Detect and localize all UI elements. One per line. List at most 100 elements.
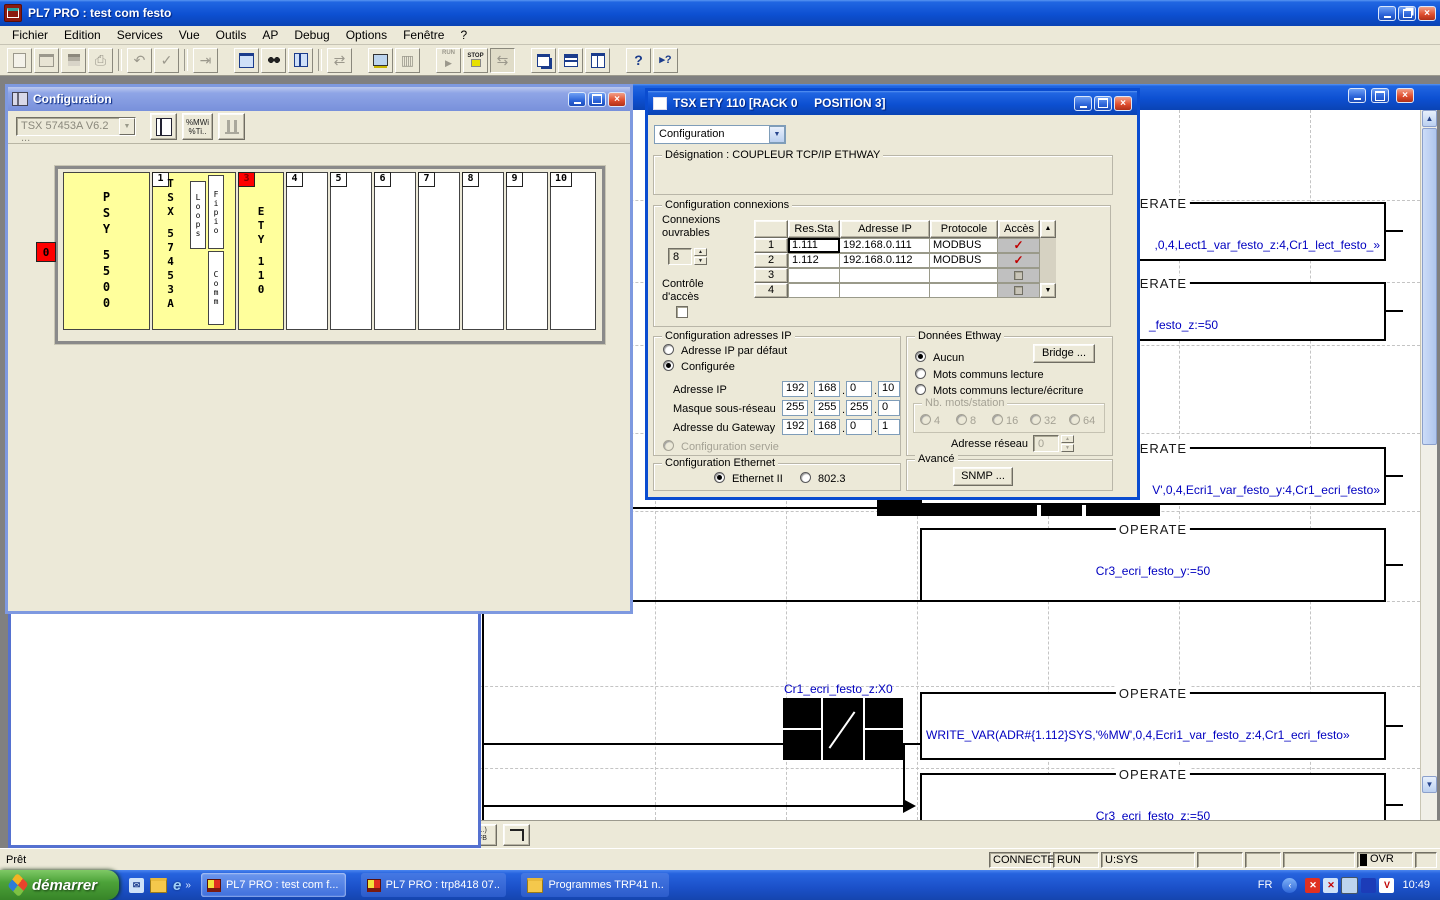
ip-octet-1[interactable]: 192 [782, 381, 808, 397]
confirm-button[interactable]: ✓ [154, 48, 179, 73]
configuration-close-button[interactable]: × [608, 92, 626, 107]
operate-block[interactable]: OPERATE Cr3_ecri_festo_y:=50 [920, 528, 1386, 602]
menu-item-vue[interactable]: Vue [171, 28, 208, 42]
cell-acces[interactable]: ✓ [998, 238, 1040, 253]
module-cpu[interactable]: 1 TSX 57453A Loops Fipio Comm [152, 172, 236, 330]
minimize-button[interactable] [1378, 6, 1396, 21]
cell-adresse-ip[interactable]: 192.168.0.112 [840, 253, 930, 268]
radio-aucun[interactable] [915, 351, 926, 362]
terminal-button[interactable] [368, 48, 393, 73]
gw-octet-3[interactable]: 0 [846, 419, 872, 435]
run-button[interactable]: RUN ▶ [436, 48, 461, 73]
help-button[interactable]: ? [626, 48, 651, 73]
search-button[interactable] [261, 48, 286, 73]
rack-view-button[interactable] [150, 113, 177, 140]
taskbar-item-active[interactable]: PL7 PRO : test com f... [201, 873, 346, 897]
gw-octet-2[interactable]: 168 [814, 419, 840, 435]
print-button[interactable]: ⎙ [88, 48, 113, 73]
table-row[interactable]: 3 [754, 268, 1056, 283]
tray-chevron-button[interactable]: ‹ [1282, 878, 1297, 893]
tray-clock[interactable]: 10:49 [1402, 879, 1430, 891]
configuration-minimize-button[interactable] [568, 92, 586, 107]
menu-item-aide[interactable]: ? [452, 28, 475, 42]
quicklaunch-overflow-chevron[interactable]: » [185, 880, 191, 891]
new-button[interactable] [7, 48, 32, 73]
tray-network-offline-icon[interactable]: ✕ [1323, 878, 1338, 893]
tray-antivirus-icon[interactable]: V [1379, 878, 1394, 893]
mask-octet-4[interactable]: 0 [878, 400, 900, 416]
selected-nc-contact[interactable] [783, 698, 903, 760]
step-link-button[interactable] [503, 824, 530, 846]
memory-words-button[interactable]: %MWi %Ti.. [182, 113, 213, 140]
cell-adresse-ip[interactable]: 192.168.0.111 [840, 238, 930, 253]
cell-adresse-ip[interactable] [840, 283, 930, 298]
scroll-up-button[interactable]: ▲ [1422, 110, 1437, 127]
menu-item-options[interactable]: Options [338, 28, 395, 42]
cell-res-sta[interactable]: 1.112 [788, 253, 840, 268]
mask-octet-1[interactable]: 255 [782, 400, 808, 416]
ladder-maximize-button[interactable] [1371, 88, 1389, 103]
operate-block[interactable]: OPERATE WRITE_VAR(ADR#{1.112}SYS,'%MW',0… [920, 692, 1386, 760]
table-scrollbar-track[interactable] [1040, 253, 1056, 268]
cell-res-sta[interactable] [788, 268, 840, 283]
empty-slot[interactable]: 9 [506, 172, 548, 330]
start-button[interactable]: démarrer [0, 870, 119, 900]
tile-horizontal-button[interactable] [558, 48, 583, 73]
empty-slot[interactable]: 8 [462, 172, 504, 330]
cell-res-sta-selected[interactable]: 1.111 [788, 238, 840, 253]
mode-combo[interactable]: Configuration ▼ [654, 125, 786, 144]
secondary-editor-window[interactable] [8, 610, 481, 848]
ety-maximize-button[interactable] [1094, 96, 1112, 111]
application-browser-button[interactable] [234, 48, 259, 73]
radio-8023[interactable] [800, 472, 811, 483]
cascade-windows-button[interactable] [531, 48, 556, 73]
column-header-protocole[interactable]: Protocole [930, 220, 998, 238]
import-button[interactable]: ⇥ [193, 48, 218, 73]
module-ety[interactable]: 3 ETY 110 [238, 172, 284, 330]
transfer-button[interactable]: ⇄ [327, 48, 352, 73]
save-button[interactable] [61, 48, 86, 73]
cell-adresse-ip[interactable] [840, 268, 930, 283]
empty-slot[interactable]: 10 [550, 172, 596, 330]
ladder-close-button[interactable]: × [1396, 88, 1414, 103]
taskbar-item[interactable]: Programmes TRP41 n... [521, 873, 669, 897]
radio-configuree[interactable] [663, 360, 674, 371]
configuration-maximize-button[interactable] [588, 92, 606, 107]
gw-octet-4[interactable]: 1 [878, 419, 900, 435]
cell-protocole[interactable] [930, 268, 998, 283]
menu-item-fichier[interactable]: Fichier [4, 28, 56, 42]
quicklaunch-ie-icon[interactable]: e [173, 877, 181, 894]
table-row[interactable]: 2 1.112 192.168.0.112 MODBUS ✓ [754, 253, 1056, 268]
module-psu[interactable]: PSY 5500 [63, 172, 150, 330]
ety-close-button[interactable]: × [1114, 96, 1132, 111]
table-scrollbar-track[interactable] [1040, 238, 1056, 253]
spinner-down-button[interactable]: ▼ [694, 257, 707, 265]
tray-battery-icon[interactable] [1361, 878, 1376, 893]
close-button[interactable]: × [1418, 6, 1436, 21]
empty-slot[interactable]: 4 [286, 172, 328, 330]
radio-mots-communs-lecture[interactable] [915, 368, 926, 379]
table-row[interactable]: 4 ▼ [754, 283, 1056, 298]
ip-octet-2[interactable]: 168 [814, 381, 840, 397]
ladder-minimize-button[interactable] [1348, 88, 1366, 103]
acces-checkbox[interactable] [1014, 271, 1023, 280]
cell-acces[interactable] [998, 283, 1040, 298]
menu-item-outils[interactable]: Outils [208, 28, 255, 42]
taskbar-item[interactable]: PL7 PRO : trp8418 07... [361, 873, 506, 897]
quicklaunch-folder-icon[interactable] [150, 878, 167, 893]
column-header-adresse-ip[interactable]: Adresse IP [840, 220, 930, 238]
cell-res-sta[interactable] [788, 283, 840, 298]
operate-block[interactable]: OPERATE Cr3_ecri_festo_z:=50 [920, 773, 1386, 820]
radio-ethernet-2[interactable] [714, 472, 725, 483]
bridge-button[interactable]: Bridge ... [1033, 344, 1095, 363]
radio-mots-communs-rw[interactable] [915, 384, 926, 395]
cell-protocole[interactable] [930, 283, 998, 298]
tray-shield-icon[interactable]: ✕ [1305, 878, 1320, 893]
library-button[interactable] [288, 48, 313, 73]
scroll-down-button[interactable]: ▼ [1422, 776, 1437, 793]
menu-item-debug[interactable]: Debug [286, 28, 337, 42]
empty-slot[interactable]: 7 [418, 172, 460, 330]
menu-item-services[interactable]: Services [109, 28, 171, 42]
cell-acces[interactable] [998, 268, 1040, 283]
table-scroll-up-button[interactable]: ▲ [1040, 220, 1056, 238]
